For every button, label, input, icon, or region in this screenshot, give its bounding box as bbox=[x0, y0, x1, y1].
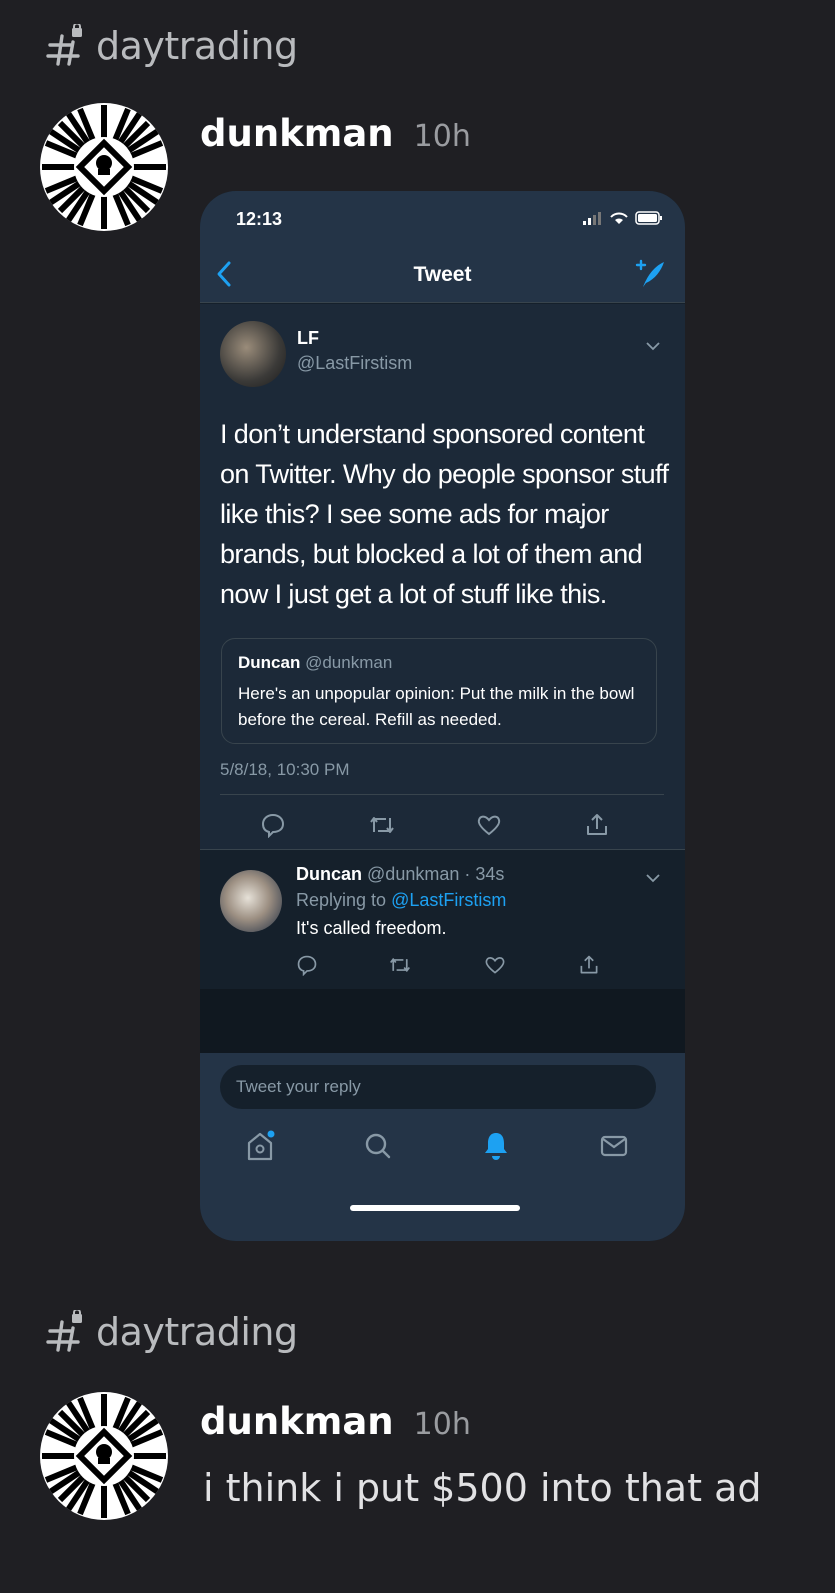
channel-header[interactable]: daytrading bbox=[44, 1308, 298, 1354]
message-header: dunkman 10h bbox=[200, 1400, 471, 1443]
notifications-bell-icon[interactable] bbox=[480, 1129, 512, 1168]
user-avatar[interactable] bbox=[40, 1392, 168, 1520]
tweet-date: 5/8/18, 10:30 PM bbox=[220, 760, 350, 779]
signal-icon bbox=[583, 212, 601, 225]
reply-text: It's called freedom. bbox=[296, 918, 447, 938]
share-icon[interactable] bbox=[584, 812, 610, 843]
locked-channel-icon bbox=[44, 1308, 88, 1354]
username[interactable]: dunkman bbox=[200, 112, 394, 155]
timestamp: 10h bbox=[413, 1407, 471, 1442]
phone-bottom-bar bbox=[200, 1053, 685, 1241]
message-text: i think i put $500 into that ad bbox=[203, 1466, 762, 1510]
message-header: dunkman 10h bbox=[200, 112, 471, 155]
retweet-icon[interactable] bbox=[368, 812, 396, 843]
reply-tweet[interactable]: Duncan @dunkman · 34s Replying to @LastF… bbox=[200, 849, 685, 989]
replying-to-link[interactable]: @LastFirstism bbox=[391, 890, 506, 910]
quoted-tweet-text: Here's an unpopular opinion: Put the mil… bbox=[238, 684, 635, 729]
quoted-tweet[interactable]: Duncan @dunkman Here's an unpopular opin… bbox=[221, 638, 657, 744]
tweet-author-handle[interactable]: @LastFirstism bbox=[297, 353, 412, 374]
locked-channel-icon bbox=[44, 22, 88, 68]
user-avatar[interactable] bbox=[40, 103, 168, 231]
like-heart-icon[interactable] bbox=[484, 954, 506, 981]
reply-author-handle: @dunkman · 34s bbox=[367, 864, 505, 884]
replying-to: Replying to @LastFirstism bbox=[296, 890, 506, 911]
channel-header[interactable]: daytrading bbox=[44, 22, 298, 68]
chevron-down-icon[interactable] bbox=[645, 870, 661, 888]
phone-nav-bar: Tweet bbox=[200, 247, 685, 303]
reply-icon[interactable] bbox=[260, 812, 286, 843]
reply-icon[interactable] bbox=[296, 954, 318, 981]
reply-author-name[interactable]: Duncan bbox=[296, 864, 362, 884]
reply-actions bbox=[200, 954, 685, 984]
tweet-author-avatar[interactable] bbox=[220, 321, 286, 387]
chevron-down-icon[interactable] bbox=[645, 338, 661, 356]
tweet-author-name[interactable]: LF bbox=[297, 328, 319, 349]
replying-prefix: Replying to bbox=[296, 890, 392, 910]
compose-tweet-icon[interactable] bbox=[631, 257, 667, 296]
empty-area bbox=[200, 989, 685, 1053]
search-icon[interactable] bbox=[362, 1129, 394, 1168]
username[interactable]: dunkman bbox=[200, 1400, 394, 1443]
reply-author-avatar[interactable] bbox=[220, 870, 282, 932]
attached-screenshot[interactable]: 12:13 Tweet LF @LastFirstism I don’t und… bbox=[200, 191, 685, 1241]
channel-name: daytrading bbox=[96, 24, 298, 68]
quoted-author-name: Duncan bbox=[238, 653, 301, 672]
nav-title: Tweet bbox=[413, 263, 472, 286]
main-tweet[interactable]: LF @LastFirstism I don’t understand spon… bbox=[200, 304, 685, 849]
phone-clock: 12:13 bbox=[236, 209, 283, 229]
messages-mail-icon[interactable] bbox=[598, 1129, 630, 1168]
share-icon[interactable] bbox=[578, 954, 600, 981]
battery-icon bbox=[635, 211, 662, 225]
retweet-icon[interactable] bbox=[388, 954, 412, 981]
like-heart-icon[interactable] bbox=[476, 812, 502, 843]
tweet-actions bbox=[200, 804, 685, 844]
quoted-author-handle: @dunkman bbox=[305, 653, 393, 672]
timestamp: 10h bbox=[413, 119, 471, 154]
divider bbox=[220, 794, 664, 795]
home-icon[interactable] bbox=[244, 1129, 276, 1168]
tweet-text: I don’t understand sponsored content on … bbox=[220, 419, 669, 609]
tweet-reply-input[interactable] bbox=[220, 1065, 656, 1109]
phone-status-bar: 12:13 bbox=[200, 191, 685, 247]
channel-name: daytrading bbox=[96, 1310, 298, 1354]
wifi-icon bbox=[610, 212, 628, 224]
tab-bar bbox=[200, 1119, 685, 1179]
home-indicator bbox=[350, 1205, 520, 1211]
